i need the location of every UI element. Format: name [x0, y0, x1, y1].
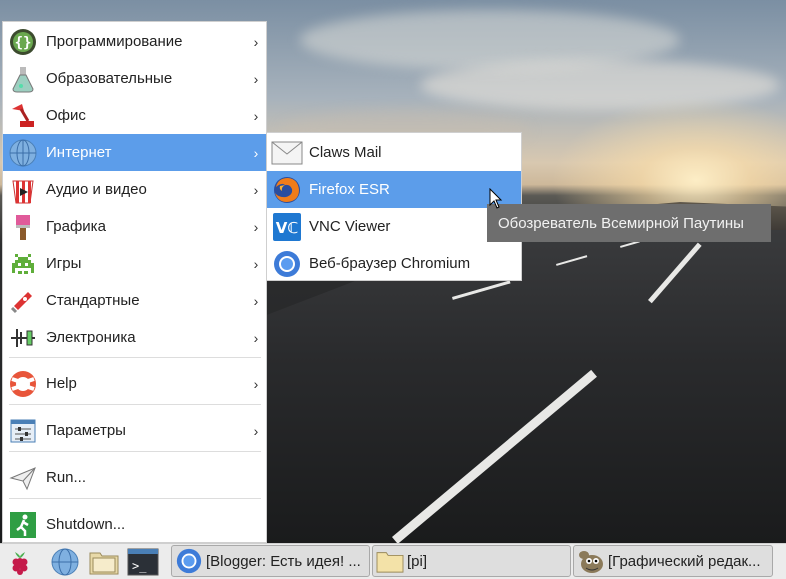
- submenu-item-label: Firefox ESR: [309, 181, 390, 198]
- submenu-item-vnc-viewer[interactable]: Vℂ VNC Viewer: [267, 208, 521, 245]
- task-label: [pi]: [407, 552, 428, 570]
- menu-item-label: Интернет: [46, 144, 112, 161]
- raspberry-menu-icon[interactable]: [4, 546, 36, 578]
- graphics-icon: [7, 211, 39, 243]
- education-icon: [7, 63, 39, 95]
- submenu-arrow-icon: ›: [253, 422, 259, 439]
- task-label: [Blogger: Есть идея! ...: [206, 552, 361, 570]
- shutdown-icon: [7, 509, 39, 541]
- menu-separator: [9, 451, 261, 452]
- gimp-icon: [576, 546, 606, 576]
- games-icon: [7, 248, 39, 280]
- submenu-arrow-icon: ›: [253, 375, 259, 392]
- submenu-item-label: VNC Viewer: [309, 218, 391, 235]
- tooltip: Обозреватель Всемирной Паутины: [487, 204, 771, 242]
- menu-separator: [9, 498, 261, 499]
- file-manager-icon[interactable]: [88, 546, 120, 578]
- submenu-arrow-icon: ›: [253, 255, 259, 272]
- menu-item-label: Стандартные: [46, 292, 140, 309]
- vnc-icon: Vℂ: [271, 211, 303, 243]
- application-menu: {} Программирование › Образовательные › …: [2, 21, 267, 543]
- submenu-arrow-icon: ›: [253, 218, 259, 235]
- svg-text:Vℂ: Vℂ: [276, 219, 299, 237]
- submenu-arrow-icon: ›: [253, 107, 259, 124]
- menu-item-preferences[interactable]: Параметры ›: [3, 412, 266, 449]
- menu-item-electronics[interactable]: Электроника ›: [3, 319, 266, 356]
- chromium-icon: [174, 546, 204, 576]
- menu-item-label: Электроника: [46, 329, 136, 346]
- office-icon: [7, 100, 39, 132]
- menu-item-label: Help: [46, 375, 77, 392]
- taskbar-button-file-manager[interactable]: [pi]: [372, 545, 571, 577]
- submenu-arrow-icon: ›: [253, 181, 259, 198]
- menu-item-label: Shutdown...: [46, 516, 126, 533]
- chromium-icon: [271, 248, 303, 280]
- submenu-arrow-icon: ›: [253, 292, 259, 309]
- internet-submenu: Claws Mail Firefox ESR Vℂ VNC Viewer Веб…: [266, 132, 522, 281]
- menu-item-label: Офис: [46, 107, 86, 124]
- mail-icon: [271, 137, 303, 169]
- submenu-arrow-icon: ›: [253, 70, 259, 87]
- submenu-arrow-icon: ›: [253, 33, 259, 50]
- submenu-item-claws-mail[interactable]: Claws Mail: [267, 134, 521, 171]
- menu-item-label: Графика: [46, 218, 106, 235]
- submenu-arrow-icon: ›: [253, 329, 259, 346]
- menu-separator: [9, 404, 261, 405]
- menu-item-label: Образовательные: [46, 70, 173, 87]
- menu-item-accessories[interactable]: Стандартные ›: [3, 282, 266, 319]
- menu-item-label: Параметры: [46, 422, 126, 439]
- terminal-icon[interactable]: >_: [127, 546, 159, 578]
- menu-item-office[interactable]: Офис ›: [3, 97, 266, 134]
- menu-item-label: Игры: [46, 255, 82, 272]
- run-icon: [7, 462, 39, 494]
- menu-separator: [9, 357, 261, 358]
- mouse-cursor-icon: [489, 187, 503, 214]
- submenu-arrow-icon: ›: [253, 144, 259, 161]
- submenu-item-firefox-esr[interactable]: Firefox ESR: [267, 171, 521, 208]
- submenu-item-label: Claws Mail: [309, 144, 382, 161]
- menu-item-programming[interactable]: {} Программирование ›: [3, 23, 266, 60]
- submenu-item-chromium[interactable]: Веб-браузер Chromium: [267, 245, 521, 282]
- menu-item-audio-video[interactable]: Аудио и видео ›: [3, 171, 266, 208]
- accessories-icon: [7, 285, 39, 317]
- taskbar-button-gimp[interactable]: [Графический редак...: [573, 545, 773, 577]
- preferences-icon: [7, 415, 39, 447]
- menu-item-graphics[interactable]: Графика ›: [3, 208, 266, 245]
- svg-text:{}: {}: [15, 35, 32, 51]
- task-label: [Графический редак...: [608, 552, 761, 570]
- internet-icon: [7, 137, 39, 169]
- menu-item-help[interactable]: Help ›: [3, 365, 266, 402]
- web-browser-icon[interactable]: [49, 546, 81, 578]
- menu-item-education[interactable]: Образовательные ›: [3, 60, 266, 97]
- menu-item-games[interactable]: Игры ›: [3, 245, 266, 282]
- taskbar-button-chromium[interactable]: [Blogger: Есть идея! ...: [171, 545, 370, 577]
- electronics-icon: [7, 322, 39, 354]
- tooltip-text: Обозреватель Всемирной Паутины: [498, 214, 744, 232]
- audio-video-icon: [7, 174, 39, 206]
- folder-icon: [375, 546, 405, 576]
- menu-item-label: Run...: [46, 469, 87, 486]
- firefox-icon: [271, 174, 303, 206]
- menu-item-run[interactable]: Run...: [3, 459, 266, 496]
- menu-item-internet[interactable]: Интернет ›: [3, 134, 266, 171]
- programming-icon: {}: [7, 26, 39, 58]
- menu-item-label: Аудио и видео: [46, 181, 147, 198]
- taskbar: >_ [Blogger: Есть идея! ... [pi] [Графич…: [0, 543, 786, 579]
- menu-item-label: Программирование: [46, 33, 183, 50]
- submenu-item-label: Веб-браузер Chromium: [309, 255, 471, 272]
- menu-item-shutdown[interactable]: Shutdown...: [3, 506, 266, 543]
- help-icon: [7, 368, 39, 400]
- svg-text:>_: >_: [132, 559, 147, 573]
